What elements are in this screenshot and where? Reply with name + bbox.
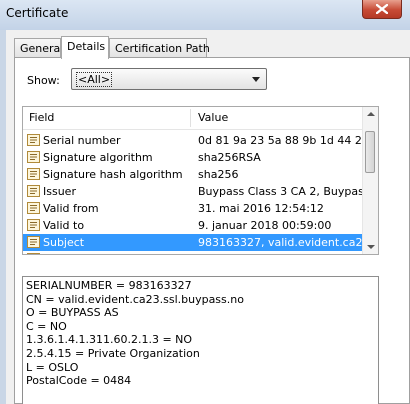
column-header-field[interactable]: Field xyxy=(29,111,54,124)
detail-line: SERIALNUMBER = 983163327 xyxy=(26,279,192,292)
row-field: Signature hash algorithm xyxy=(43,168,183,181)
row-field: Serial number xyxy=(43,134,121,147)
row-value: 9. januar 2018 00:59:00 xyxy=(198,219,332,232)
show-dropdown[interactable]: <All> xyxy=(71,68,267,90)
field-detail-text[interactable]: SERIALNUMBER = 983163327 CN = valid.evide… xyxy=(22,276,379,404)
row-value: sha256RSA xyxy=(198,151,261,164)
row-field: Subject xyxy=(43,236,85,249)
tab-certification-path-label: Certification Path xyxy=(115,42,210,55)
certificate-field-icon xyxy=(27,219,40,231)
tab-general[interactable]: General xyxy=(14,38,64,57)
row-value: 983163327, valid.evident.ca2... xyxy=(198,236,362,249)
column-divider[interactable] xyxy=(190,109,191,127)
tab-details[interactable]: Details xyxy=(61,36,109,59)
row-field: Signature algorithm xyxy=(43,151,153,164)
list-row[interactable]: Valid from 31. mai 2016 12:54:12 xyxy=(23,200,365,217)
row-value: Buypass Class 3 CA 2, Buypas... xyxy=(198,185,362,198)
detail-line: PostalCode = 0484 xyxy=(26,374,132,388)
detail-line: C = NO xyxy=(26,319,67,333)
tab-certification-path[interactable]: Certification Path xyxy=(109,38,210,57)
title-bar[interactable]: Certificate xyxy=(0,0,410,30)
scroll-down-arrow-icon[interactable] xyxy=(367,245,375,249)
row-field: Public key xyxy=(43,253,98,254)
detail-line: L = OSLO xyxy=(26,360,79,374)
row-field: Valid to xyxy=(43,219,85,232)
list-row[interactable]: Valid to 9. januar 2018 00:59:00 xyxy=(23,217,365,234)
list-header: Field Value xyxy=(23,107,365,130)
detail-line: 1.3.6.1.4.1.311.60.2.1.3 = NO xyxy=(26,333,193,347)
detail-line: CN = valid.evident.ca23.ssl.buypass.no xyxy=(26,292,244,306)
row-value: 0d 81 9a 23 5a 88 9b 1d 44 2e xyxy=(198,134,362,147)
vertical-scrollbar[interactable] xyxy=(362,107,378,254)
detail-line: O = BUYPASS AS xyxy=(26,306,119,320)
certificate-field-icon xyxy=(27,168,40,180)
list-row[interactable]: Issuer Buypass Class 3 CA 2, Buypas... xyxy=(23,183,365,200)
list-row[interactable]: Subject 983163327, valid.evident.ca2... xyxy=(23,234,365,251)
dialog-body: General Details Certification Path Show:… xyxy=(6,30,410,404)
show-dropdown-value: <All> xyxy=(76,72,113,87)
row-value: RSA (2048 Bits) xyxy=(198,253,362,254)
certificate-field-icon xyxy=(27,253,40,254)
list-row[interactable]: Signature hash algorithm sha256 xyxy=(23,166,365,183)
chevron-down-icon xyxy=(252,77,260,82)
list-row[interactable]: Signature algorithm sha256RSA xyxy=(23,149,365,166)
close-button[interactable] xyxy=(362,0,402,19)
tab-details-label: Details xyxy=(67,40,106,53)
detail-line: 2.5.4.15 = Private Organization xyxy=(26,346,200,360)
certificate-field-icon xyxy=(27,202,40,214)
scroll-thumb[interactable] xyxy=(365,131,375,173)
certificate-field-icon xyxy=(27,185,40,197)
row-value: 31. mai 2016 12:54:12 xyxy=(198,202,324,215)
row-value: sha256 xyxy=(198,168,239,181)
certificate-field-icon xyxy=(27,151,40,163)
close-icon xyxy=(376,4,388,14)
certificate-field-icon xyxy=(27,134,40,146)
show-label: Show: xyxy=(27,74,60,87)
row-field: Issuer xyxy=(43,185,76,198)
row-field: Valid from xyxy=(43,202,99,215)
column-header-value[interactable]: Value xyxy=(198,111,228,124)
list-row[interactable]: Serial number 0d 81 9a 23 5a 88 9b 1d 44 … xyxy=(23,132,365,149)
scroll-up-arrow-icon[interactable] xyxy=(367,112,375,116)
list-row[interactable]: Public key RSA (2048 Bits) xyxy=(23,251,365,254)
tab-general-label: General xyxy=(20,42,64,55)
certificate-field-icon xyxy=(27,236,40,248)
fields-list[interactable]: Field Value Serial number 0d 81 9a 23 5a … xyxy=(22,106,379,255)
window-title: Certificate xyxy=(6,6,69,20)
